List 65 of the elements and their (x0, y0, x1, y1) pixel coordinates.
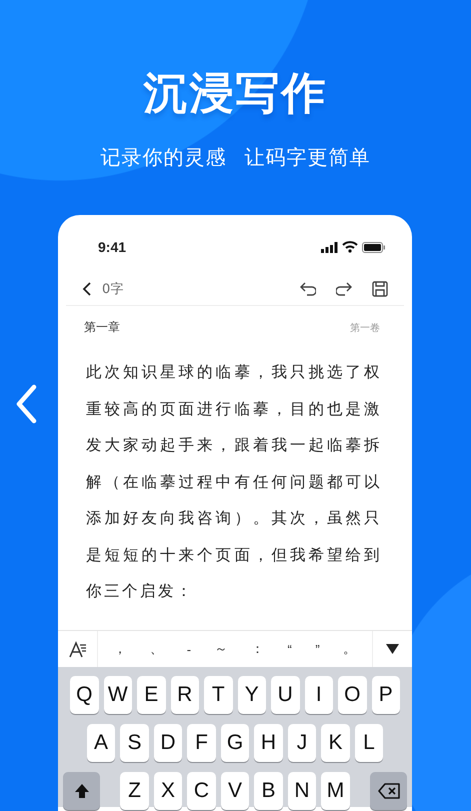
punctuation-key[interactable]: - (184, 640, 194, 658)
keyboard-key[interactable]: L (354, 724, 384, 762)
keyboard-key[interactable]: C (187, 772, 216, 810)
keyboard-key[interactable]: R (170, 676, 199, 714)
font-size-icon (68, 640, 86, 658)
keyboard-key[interactable]: X (154, 772, 182, 810)
subtitle: 记录你的灵感 (100, 144, 226, 170)
redo-icon (336, 281, 352, 297)
backspace-icon (378, 782, 400, 800)
keyboard-key[interactable]: U (271, 676, 300, 714)
keyboard-key[interactable]: T (204, 676, 232, 714)
keyboard-key[interactable]: J (288, 724, 316, 762)
redo-button[interactable] (336, 281, 352, 297)
delete-key[interactable] (370, 772, 407, 810)
back-button[interactable] (82, 282, 92, 296)
headline: 沉浸写作 (144, 67, 328, 121)
keyboard-key[interactable]: B (254, 772, 283, 810)
battery-icon (362, 242, 386, 252)
chapter-title: 第一章 (84, 319, 120, 336)
shift-arrow-icon (74, 783, 90, 799)
punctuation-key[interactable]: “ (286, 640, 294, 658)
wifi-icon (342, 241, 358, 253)
keyboard-key[interactable]: E (137, 676, 166, 714)
signal-icon (321, 242, 338, 252)
keyboard-key[interactable]: V (220, 772, 250, 810)
keyboard-key[interactable]: K (321, 724, 350, 762)
save-button[interactable] (372, 281, 388, 297)
undo-icon (300, 281, 316, 297)
punctuation-key[interactable]: 、 (148, 640, 166, 658)
keyboard-key[interactable]: M (321, 772, 350, 810)
shift-key[interactable] (63, 772, 100, 810)
editor-text-line: 此次知识星球的临摹，我只挑选了权 (86, 362, 382, 383)
keyboard-key[interactable]: N (288, 772, 316, 810)
keyboard-key[interactable]: D (154, 724, 182, 762)
subtitle: 让码字更简单 (244, 144, 370, 170)
undo-button[interactable] (300, 281, 316, 297)
keyboard-key[interactable]: Y (238, 676, 266, 714)
editor-text-line: 是短短的十来个页面，但我希望给到 (86, 544, 382, 566)
editor-text-line: 你三个启发： (86, 581, 195, 602)
save-icon (372, 281, 388, 297)
editor-text-line: 添加好友向我咨询）。其次，虽然只 (86, 508, 382, 529)
keyboard-key[interactable]: H (254, 724, 283, 762)
punctuation-key[interactable]: ， (112, 640, 129, 658)
word-count: 0字 (102, 281, 124, 298)
keyboard-key[interactable]: P (372, 676, 400, 714)
keyboard-key[interactable]: Z (120, 772, 149, 810)
keyboard-key[interactable]: G (220, 724, 250, 762)
keyboard-key[interactable]: O (338, 676, 366, 714)
keyboard-key[interactable]: Q (70, 676, 98, 714)
status-time: 9:41 (98, 239, 126, 255)
punctuation-key[interactable]: ～ (212, 640, 230, 658)
editor-text-line: 重较高的页面进行临摹，目的也是激 (86, 398, 382, 420)
keyboard-key[interactable]: F (187, 724, 216, 762)
chevron-left-icon (82, 282, 92, 296)
keyboard-key[interactable]: W (104, 676, 132, 714)
punctuation-key[interactable]: ： (249, 640, 266, 658)
keyboard-key[interactable]: S (120, 724, 149, 762)
editor-text-line: 发大家动起手来，跟着我一起临摹拆 (86, 435, 382, 456)
volume-label: 第一卷 (350, 322, 380, 334)
editor-text-line: 解（在临摹过程中有任何问题都可以 (86, 472, 382, 492)
punctuation-key[interactable]: 。 (341, 640, 358, 658)
keyboard-key[interactable]: I (304, 676, 333, 714)
punctuation-key[interactable]: ” (313, 640, 322, 658)
triangle-down-icon (386, 644, 399, 654)
keyboard-key[interactable]: A (86, 724, 116, 762)
